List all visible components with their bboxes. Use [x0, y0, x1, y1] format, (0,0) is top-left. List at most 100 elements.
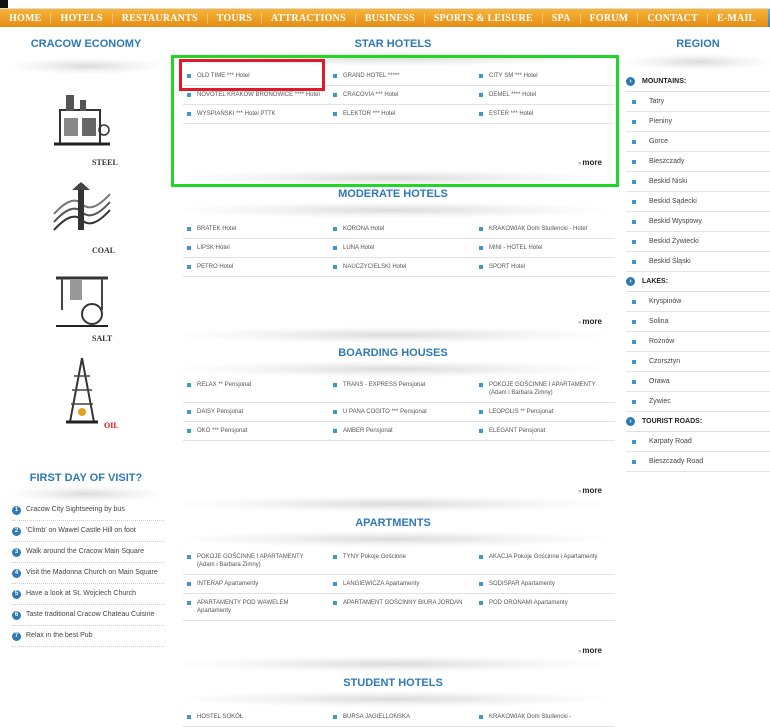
nav-item[interactable]: RESTAURANTS — [113, 12, 208, 24]
region-link[interactable]: Gorce — [626, 132, 770, 152]
industry-steel[interactable]: STEEL — [22, 90, 132, 167]
visit-item[interactable]: 3 Walk around the Cracow Main Square — [12, 542, 164, 563]
square-bullet-icon — [632, 139, 636, 144]
nav-item[interactable]: CONTACT — [638, 12, 708, 24]
hotel-link[interactable]: POKOJE GOŚCINNE I APARTAMENTY (Adam i Ba… — [475, 376, 615, 403]
region-link[interactable]: Beskid Żywiecki — [626, 232, 770, 252]
nav-item[interactable]: SPORTS & LEISURE — [425, 12, 543, 24]
hotel-link[interactable]: MINI - HOTEL Hotel — [475, 239, 615, 258]
nav-item[interactable]: BUSINESS — [356, 12, 425, 24]
hotel-link[interactable]: LEOPOLIS ** Pensjonat — [475, 403, 615, 422]
hotel-link[interactable]: LANGIEWICZA Apartamenty — [329, 575, 475, 594]
square-bullet-icon — [632, 379, 636, 384]
square-bullet-icon — [632, 99, 636, 104]
region-link[interactable]: Kryspinów — [626, 292, 770, 312]
hotel-link[interactable]: NAUCZYCIELSKI Hotel — [329, 258, 475, 277]
hotel-name: INTERAP Apartamenty — [197, 581, 259, 587]
square-bullet-icon — [632, 239, 636, 244]
region-label: Czorsztyn — [649, 358, 681, 365]
industry-salt[interactable]: SALT — [22, 270, 132, 343]
industry-label: OIL — [104, 421, 119, 430]
region-link[interactable]: Rożnów — [626, 332, 770, 352]
nav-item[interactable]: E-MAIL — [708, 13, 764, 24]
visit-item[interactable]: 4 Visit the Madonna Church on Main Square — [12, 563, 164, 584]
hotel-link[interactable]: OKO *** Pensjonat — [183, 422, 329, 441]
hotel-name: HOSTEL SOKÓŁ — [197, 714, 244, 720]
visit-item[interactable]: 5 Have a look at St. Wojciech Church — [12, 584, 164, 605]
square-bullet-icon — [333, 601, 337, 605]
nav-item[interactable]: HOTELS — [51, 12, 113, 24]
hotel-link[interactable]: ELEGANT Pensjonat — [475, 422, 615, 441]
more-link[interactable]: »more — [578, 317, 602, 326]
visit-item[interactable]: 1 Cracow City Sightseeing by bus — [12, 500, 164, 521]
visit-item[interactable]: 7 Relax in the best Pub — [12, 626, 164, 647]
hotel-link[interactable]: TRANS - EXPRESS Pensjonat — [329, 376, 475, 403]
hotel-link[interactable]: INTERAP Apartamenty — [183, 575, 329, 594]
region-heading: › MOUNTAINS: — [626, 72, 770, 92]
square-bullet-icon — [333, 715, 337, 719]
hotel-link[interactable]: AMBER Pensjonat — [329, 422, 475, 441]
region-link[interactable]: Beskid Śląski — [626, 252, 770, 272]
region-link[interactable]: Bieszczady Road — [626, 452, 770, 472]
hotel-link[interactable]: AKACJA Pokoje Gościnne i Apartamenty — [475, 548, 615, 575]
corner-mark — [0, 0, 8, 8]
nav-item[interactable]: HOME — [0, 12, 52, 24]
hotel-link[interactable]: SPORT Hotel — [475, 258, 615, 277]
hotel-name: TYNY Pokoje Gościnne — [343, 554, 406, 560]
apartments-title: APARTMENTS — [355, 517, 431, 529]
hotel-link[interactable]: PETRO Hotel — [183, 258, 329, 277]
hotel-link[interactable]: LIPSK Hotel — [183, 239, 329, 258]
divider-shade — [183, 202, 603, 218]
hotel-link[interactable]: KRAKOWIAK Dom Studencki - — [475, 708, 615, 727]
hotel-link[interactable]: RELAX ** Pensjonat — [183, 376, 329, 403]
hotel-name: APARTAMENT GOŚCINNY BIURA JORDAN — [343, 600, 463, 606]
region-link[interactable]: Pieniny — [626, 112, 770, 132]
visit-item[interactable]: 6 Taste traditional Cracow Chateau Cuisin… — [12, 605, 164, 626]
region-label: Beskid Śląski — [649, 258, 691, 265]
region-link[interactable]: Beskid Niski — [626, 172, 770, 192]
hotel-link[interactable]: APARTAMENT GOŚCINNY BIURA JORDAN — [329, 594, 475, 621]
square-bullet-icon — [632, 359, 636, 364]
region-link[interactable]: Czorsztyn — [626, 352, 770, 372]
industry-coal[interactable]: COAL — [22, 180, 132, 255]
region-link[interactable]: Beskid Sądecki — [626, 192, 770, 212]
more-arrow-icon: » — [578, 489, 582, 495]
region-link[interactable]: Beskid Wyspowy — [626, 212, 770, 232]
hotel-link[interactable]: APARTAMENTY POD WAWELEM Apartamenty — [183, 594, 329, 621]
hotel-link[interactable]: SODISPAR Apartamenty — [475, 575, 615, 594]
hotel-link[interactable]: LUNA Hotel — [329, 239, 475, 258]
hotel-link[interactable]: KORONA Hotel — [329, 220, 475, 239]
more-label: more — [582, 317, 602, 326]
region-link[interactable]: Orawa — [626, 372, 770, 392]
region-label: Solina — [649, 318, 669, 325]
hotel-link[interactable]: U PANA COGITO *** Pensjonat — [329, 403, 475, 422]
nav-item[interactable]: TOURS — [208, 12, 262, 24]
region-link[interactable]: Żywiec — [626, 392, 770, 412]
visit-item[interactable]: 2 'Climb' on Wawel Castle Hill on foot — [12, 521, 164, 542]
hotel-link[interactable]: KRAKOWIAK Dom Studencki - Hotel — [475, 220, 615, 239]
nav-item[interactable]: ATTRACTIONS — [262, 12, 356, 24]
region-link[interactable]: Solina — [626, 312, 770, 332]
region-label: Beskid Wyspowy — [649, 218, 702, 225]
region-label: Orawa — [649, 378, 670, 385]
hotel-name: OKO *** Pensjonat — [197, 428, 248, 434]
divider-shade — [626, 54, 770, 70]
hotel-link[interactable]: TYNY Pokoje Gościnne — [329, 548, 475, 575]
industry-oil[interactable]: OIL — [22, 355, 132, 432]
region-link[interactable]: Tatry — [626, 92, 770, 112]
nav-item[interactable]: SPA — [543, 12, 581, 24]
hotel-link[interactable]: POKOJE GOŚCINNE I APARTAMENTY (Adam i Ba… — [183, 548, 329, 575]
region-link[interactable]: Karpaty Road — [626, 432, 770, 452]
hotel-link[interactable]: BRATEK Hotel — [183, 220, 329, 239]
hotel-link[interactable]: DAISY Pensjonat — [183, 403, 329, 422]
hotel-link[interactable]: BURSA JAGIELLOŃSKA — [329, 708, 475, 727]
hotel-name: TRANS - EXPRESS Pensjonat — [343, 382, 426, 388]
hotel-link[interactable]: HOSTEL SOKÓŁ — [183, 708, 329, 727]
nav-item[interactable]: FORUM — [581, 12, 639, 24]
more-link[interactable]: »more — [578, 486, 602, 495]
region-link[interactable]: Bieszczady — [626, 152, 770, 172]
hotel-name: POD ORONAMI Apartamenty — [489, 600, 568, 606]
hotel-link[interactable]: POD ORONAMI Apartamenty — [475, 594, 615, 621]
square-bullet-icon — [333, 429, 337, 433]
more-link[interactable]: »more — [578, 646, 602, 655]
